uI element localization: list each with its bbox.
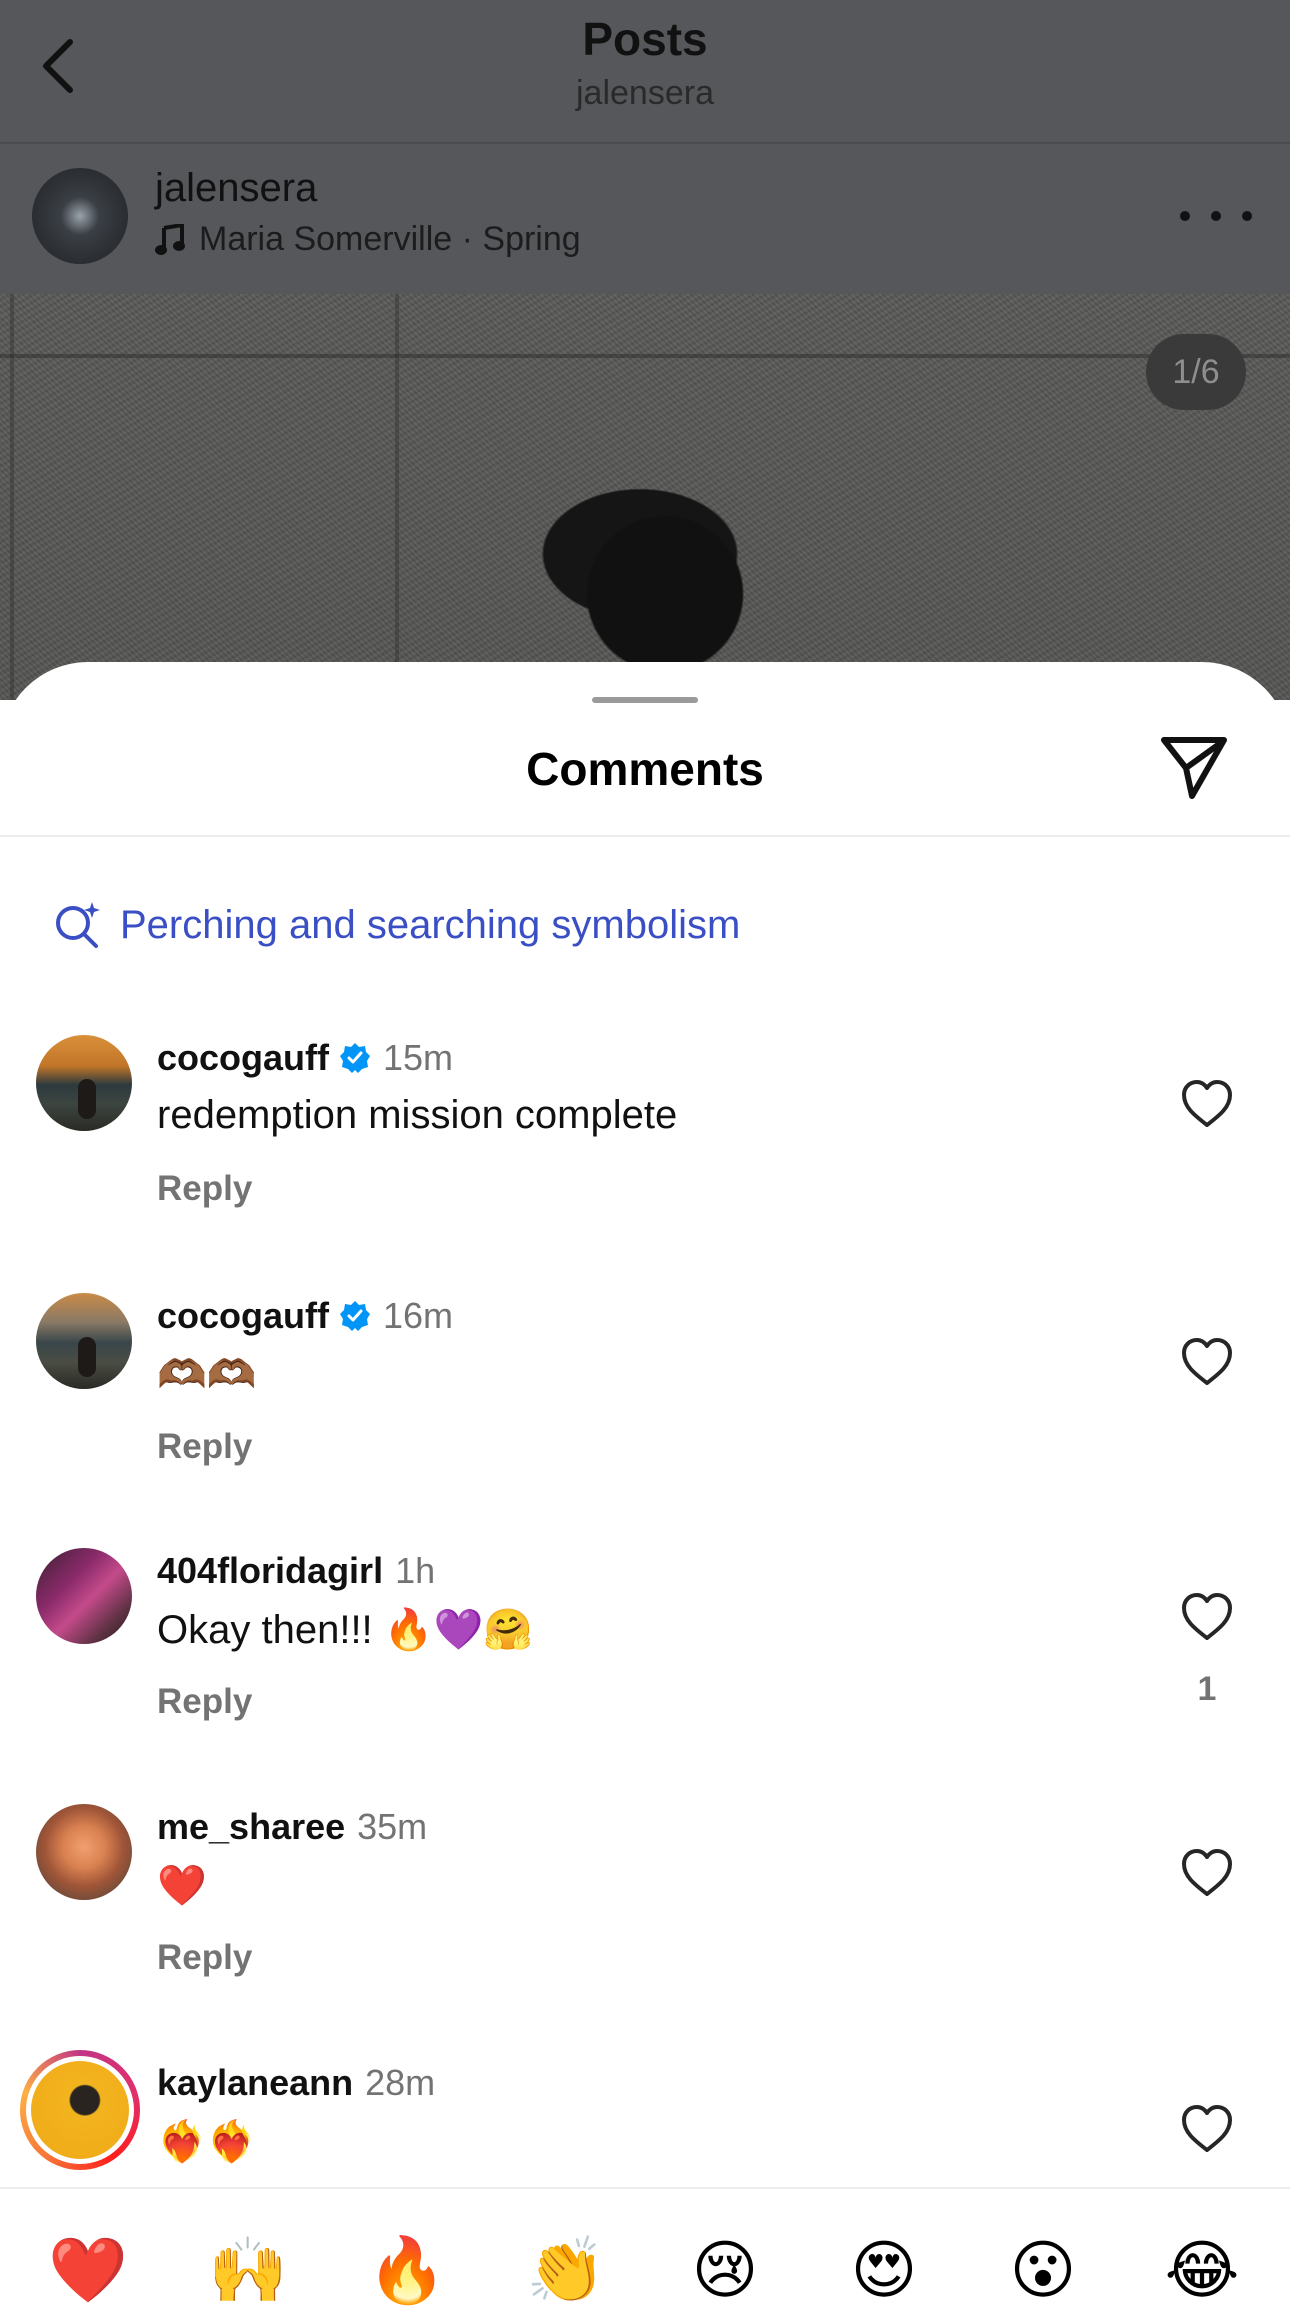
music-note-icon — [155, 223, 185, 255]
sheet-title: Comments — [526, 743, 764, 795]
comment-timestamp: 1h — [395, 1550, 436, 1591]
comment-item: me_sharee 35m ❤️ Reply — [0, 1804, 1290, 2004]
comment-item: cocogauff 16m 🫶🏾🫶🏾 Reply — [0, 1293, 1290, 1493]
reaction-fire-button[interactable]: 🔥 — [362, 2230, 452, 2310]
reaction-heart-button[interactable]: ❤️ — [43, 2230, 133, 2310]
heart-icon[interactable] — [1180, 1592, 1234, 1642]
comment-item: cocogauff 15m redemption mission complet… — [0, 1035, 1290, 1235]
more-dot-icon — [1211, 211, 1221, 221]
more-options-button[interactable] — [1180, 196, 1252, 236]
comments-sheet: Comments Perching and searching symbolis… — [0, 662, 1290, 2317]
commenter-avatar[interactable] — [36, 1035, 132, 1131]
commenter-avatar-story-ring[interactable] — [20, 2050, 140, 2170]
page-title: Posts — [582, 13, 708, 65]
reaction-clap-button[interactable]: 👏 — [521, 2230, 611, 2310]
heart-icon[interactable] — [1180, 1848, 1234, 1898]
share-button[interactable] — [1158, 730, 1230, 802]
commenter-avatar[interactable] — [36, 1548, 132, 1644]
comment-timestamp: 35m — [357, 1806, 428, 1847]
page-subtitle: jalensera — [576, 74, 714, 112]
ai-suggestion-label: Perching and searching symbolism — [120, 902, 741, 947]
comment-username[interactable]: cocogauff — [157, 1037, 329, 1079]
comment-username[interactable]: me_sharee — [157, 1806, 345, 1848]
paper-plane-icon — [1161, 737, 1227, 799]
comment-username[interactable]: kaylaneann — [157, 2062, 353, 2104]
post-music[interactable]: Maria Somerville · Spring — [155, 220, 581, 259]
carousel-counter: 1/6 — [1146, 334, 1246, 410]
reaction-raised-hands-button[interactable]: 🙌 — [203, 2230, 293, 2310]
divider — [0, 2187, 1290, 2189]
comment-timestamp: 16m — [383, 1295, 454, 1336]
verified-badge-icon — [340, 1301, 371, 1331]
commenter-avatar[interactable] — [36, 1293, 132, 1389]
wall-seam — [395, 294, 399, 700]
post-background: Posts jalensera jalensera Maria Somervil… — [0, 0, 1290, 700]
post-author-row: jalensera Maria Somerville · Spring — [0, 142, 1290, 294]
post-photo[interactable]: 1/6 — [0, 294, 1290, 700]
reply-button[interactable]: Reply — [157, 1427, 252, 1467]
comment-timestamp: 28m — [365, 2062, 436, 2103]
sheet-grab-handle[interactable] — [592, 697, 698, 703]
divider — [0, 835, 1290, 837]
quick-reaction-bar: ❤️ 🙌 🔥 👏 😢 😍 😮 😂 — [0, 2230, 1290, 2310]
verified-badge-icon — [340, 1043, 371, 1073]
heart-icon[interactable] — [1180, 1079, 1234, 1129]
comment-text: redemption mission complete — [157, 1093, 678, 1137]
comment-text: 🫶🏾🫶🏾 — [157, 1353, 257, 1397]
more-dot-icon — [1242, 211, 1252, 221]
music-label: Maria Somerville · Spring — [199, 220, 581, 258]
comment-text: ❤️‍🔥❤️‍🔥 — [157, 2120, 257, 2164]
comment-username[interactable]: cocogauff — [157, 1295, 329, 1337]
reaction-heart-eyes-button[interactable]: 😍 — [839, 2230, 929, 2310]
reply-button[interactable]: Reply — [157, 1938, 252, 1978]
heart-icon[interactable] — [1180, 1337, 1234, 1387]
author-username[interactable]: jalensera — [155, 166, 317, 211]
reaction-surprised-button[interactable]: 😮 — [998, 2230, 1088, 2310]
commenter-avatar[interactable] — [36, 1804, 132, 1900]
like-count: 1 — [1197, 1670, 1217, 1708]
reaction-laughing-button[interactable]: 😂 — [1157, 2230, 1247, 2310]
top-navigation-bar: Posts jalensera — [0, 0, 1290, 142]
author-avatar[interactable] — [32, 168, 128, 264]
ai-search-icon — [56, 902, 100, 948]
comment-username[interactable]: 404floridagirl — [157, 1550, 383, 1592]
comment-timestamp: 15m — [383, 1037, 454, 1078]
comment-text: Okay then!!! 🔥💜🤗 — [157, 1608, 534, 1652]
wall-seam — [10, 294, 14, 700]
comment-text: ❤️ — [157, 1864, 207, 1908]
ai-search-suggestion[interactable]: Perching and searching symbolism — [52, 900, 740, 950]
wall-seam — [0, 354, 1290, 358]
reply-button[interactable]: Reply — [157, 1682, 252, 1722]
reaction-crying-button[interactable]: 😢 — [680, 2230, 770, 2310]
reply-button[interactable]: Reply — [157, 1169, 252, 1209]
more-dot-icon — [1180, 211, 1190, 221]
comment-item: 404floridagirl 1h Okay then!!! 🔥💜🤗 Reply… — [0, 1548, 1290, 1748]
heart-icon[interactable] — [1180, 2104, 1234, 2154]
